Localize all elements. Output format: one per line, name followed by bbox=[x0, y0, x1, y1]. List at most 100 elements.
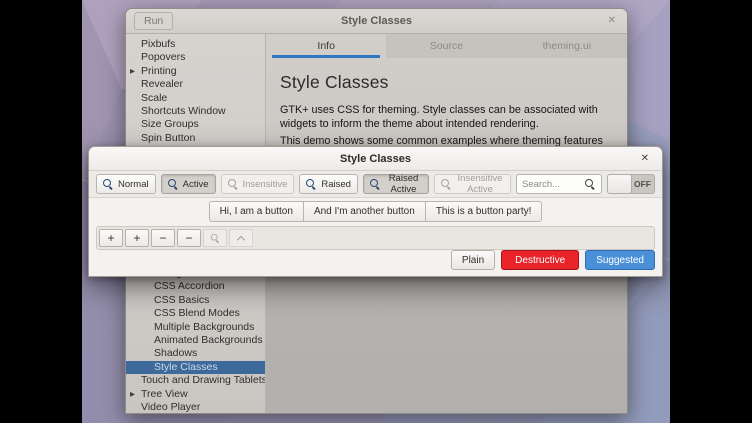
tab-source[interactable]: Source bbox=[386, 34, 506, 58]
tab-theming-ui[interactable]: theming.ui bbox=[507, 34, 627, 58]
switch-knob[interactable] bbox=[607, 174, 632, 194]
minus-icon: − bbox=[159, 232, 166, 244]
linked-button-and-i-m-another-button[interactable]: And I'm another button bbox=[304, 201, 426, 222]
close-icon[interactable]: ✕ bbox=[608, 16, 616, 26]
magnifier-icon bbox=[168, 179, 179, 190]
plus-icon: + bbox=[133, 232, 140, 244]
minus-icon: − bbox=[185, 232, 192, 244]
search-icon bbox=[585, 179, 596, 190]
sidebar-item-popovers[interactable]: Popovers bbox=[126, 51, 265, 64]
toolbar-button-label: Raised Active bbox=[385, 173, 422, 195]
chevron-up-icon bbox=[237, 235, 245, 243]
toolbar-button-label: Insensitive bbox=[243, 179, 288, 190]
destructive-button[interactable]: Destructive bbox=[501, 250, 579, 270]
page-paragraph-1: GTK+ uses CSS for theming. Style classes… bbox=[280, 103, 613, 132]
sidebar-item-label: Pixbufs bbox=[141, 38, 175, 50]
insensitive-button: Insensitive bbox=[221, 174, 295, 194]
close-icon[interactable]: ✕ bbox=[641, 154, 649, 164]
normal-button[interactable]: Normal bbox=[96, 174, 156, 194]
run-button[interactable]: Run bbox=[134, 12, 173, 30]
sidebar-item-label: CSS Blend Modes bbox=[154, 307, 240, 319]
sidebar-item-label: Touch and Drawing Tablets bbox=[141, 374, 266, 386]
sidebar-item-label: Size Groups bbox=[141, 118, 199, 130]
sidebar-item-shadows[interactable]: Shadows bbox=[126, 347, 265, 360]
sidebar-list-top: PixbufsPopovers ▶ PrintingRevealer ScaleSho… bbox=[126, 38, 265, 145]
plus-button[interactable]: + bbox=[125, 229, 149, 247]
sidebar-item-css-accordion[interactable]: CSS Accordion bbox=[126, 280, 265, 293]
sidebar-list-bottom: ▼ThemingCSS AccordionCSS BasicsCSS Blend… bbox=[126, 267, 265, 413]
sidebar-item-style-classes[interactable]: Style Classes bbox=[126, 361, 265, 374]
tab-bar: InfoSourcetheming.ui bbox=[266, 34, 627, 58]
magnifier-icon bbox=[228, 179, 239, 190]
search-box bbox=[516, 174, 602, 194]
toolbar-button-label: Normal bbox=[118, 179, 149, 190]
dialog-titlebar: Style Classes ✕ bbox=[89, 147, 662, 171]
demo-window-title: Style Classes bbox=[126, 15, 627, 27]
desktop: Run Style Classes ✕ PixbufsPopovers ▶ Prin… bbox=[0, 0, 752, 423]
magnifier-icon bbox=[210, 233, 219, 242]
plain-button[interactable]: Plain bbox=[451, 250, 495, 270]
plus-icon: + bbox=[107, 232, 114, 244]
sidebar-item-label: CSS Accordion bbox=[154, 280, 225, 292]
magnifier-icon bbox=[103, 179, 114, 190]
sidebar-item-label: Tree View bbox=[141, 388, 188, 400]
sidebar-item-label: Shadows bbox=[154, 347, 197, 359]
search-input[interactable] bbox=[522, 179, 582, 190]
sidebar-item-pixbufs[interactable]: Pixbufs bbox=[126, 38, 265, 51]
sidebar-item-label: Multiple Backgrounds bbox=[154, 321, 254, 333]
expander-arrow-icon[interactable]: ▶ bbox=[130, 388, 135, 401]
magnifier-icon bbox=[441, 179, 452, 190]
sidebar-item-multiple-backgrounds[interactable]: Multiple Backgrounds bbox=[126, 321, 265, 334]
inline-toolbar: + + − − bbox=[96, 226, 655, 250]
sidebar-item-label: Shortcuts Window bbox=[141, 105, 226, 117]
sidebar-item-label: Revealer bbox=[141, 78, 183, 90]
linked-button-hi-i-am-a-button[interactable]: Hi, I am a button bbox=[209, 201, 304, 222]
dialog-title: Style Classes bbox=[340, 153, 411, 165]
minus-button[interactable]: − bbox=[177, 229, 201, 247]
sidebar-item-label: Animated Backgrounds bbox=[154, 334, 263, 346]
sidebar-item-label: Video Player bbox=[141, 401, 200, 413]
sidebar-item-shortcuts-window[interactable]: Shortcuts Window bbox=[126, 105, 265, 118]
magnifier-button bbox=[203, 229, 227, 247]
toolbar-button-label: Active bbox=[183, 179, 209, 190]
sidebar-item-label: Scale bbox=[141, 92, 167, 104]
plus-button[interactable]: + bbox=[99, 229, 123, 247]
raised-button[interactable]: Raised bbox=[299, 174, 358, 194]
insensitive-active-button: Insensitive Active bbox=[434, 174, 511, 194]
toggle-switch[interactable]: OFF bbox=[607, 174, 655, 194]
style-classes-dialog: Style Classes ✕ Normal Active Insensitive R… bbox=[88, 146, 663, 277]
sidebar-item-label: Style Classes bbox=[154, 361, 218, 373]
active-button[interactable]: Active bbox=[161, 174, 216, 194]
toolbar-button-label: Raised bbox=[321, 179, 351, 190]
page-title: Style Classes bbox=[280, 72, 613, 93]
minus-button[interactable]: − bbox=[151, 229, 175, 247]
chevron-up-button bbox=[229, 229, 253, 247]
sidebar-item-spin-button[interactable]: Spin Button bbox=[126, 132, 265, 145]
sidebar-item-printing[interactable]: ▶ Printing bbox=[126, 65, 265, 78]
tab-info[interactable]: Info bbox=[266, 34, 386, 58]
sidebar-item-tree-view[interactable]: ▶ Tree View bbox=[126, 388, 265, 401]
sidebar-item-touch-and-drawing-tablets[interactable]: Touch and Drawing Tablets bbox=[126, 374, 265, 387]
sidebar-item-css-blend-modes[interactable]: CSS Blend Modes bbox=[126, 307, 265, 320]
magnifier-icon bbox=[306, 179, 317, 190]
sidebar-item-video-player[interactable]: Video Player bbox=[126, 401, 265, 413]
sidebar-item-size-groups[interactable]: Size Groups bbox=[126, 118, 265, 131]
sidebar-item-css-basics[interactable]: CSS Basics bbox=[126, 294, 265, 307]
demo-titlebar: Run Style Classes ✕ bbox=[126, 9, 627, 34]
sidebar-item-label: CSS Basics bbox=[154, 294, 209, 306]
sidebar-item-label: Popovers bbox=[141, 51, 185, 63]
magnifier-icon bbox=[370, 179, 381, 190]
sidebar-item-animated-backgrounds[interactable]: Animated Backgrounds bbox=[126, 334, 265, 347]
sidebar-item-label: Spin Button bbox=[141, 132, 195, 144]
raised-active-button[interactable]: Raised Active bbox=[363, 174, 429, 194]
sidebar-item-revealer[interactable]: Revealer bbox=[126, 78, 265, 91]
linked-buttons: Hi, I am a buttonAnd I'm another buttonT… bbox=[209, 201, 543, 222]
sidebar-item-scale[interactable]: Scale bbox=[126, 92, 265, 105]
primary-toolbar: Normal Active Insensitive Raised Raised Acti… bbox=[89, 171, 662, 198]
suggested-button[interactable]: Suggested bbox=[585, 250, 655, 270]
toolbar-button-label: Insensitive Active bbox=[456, 173, 504, 195]
action-buttons: Plain Destructive Suggested bbox=[89, 250, 662, 276]
linked-button-this-is-a-button-party[interactable]: This is a button party! bbox=[426, 201, 543, 222]
sidebar-item-label: Printing bbox=[141, 65, 177, 77]
expander-arrow-icon[interactable]: ▶ bbox=[130, 65, 135, 78]
